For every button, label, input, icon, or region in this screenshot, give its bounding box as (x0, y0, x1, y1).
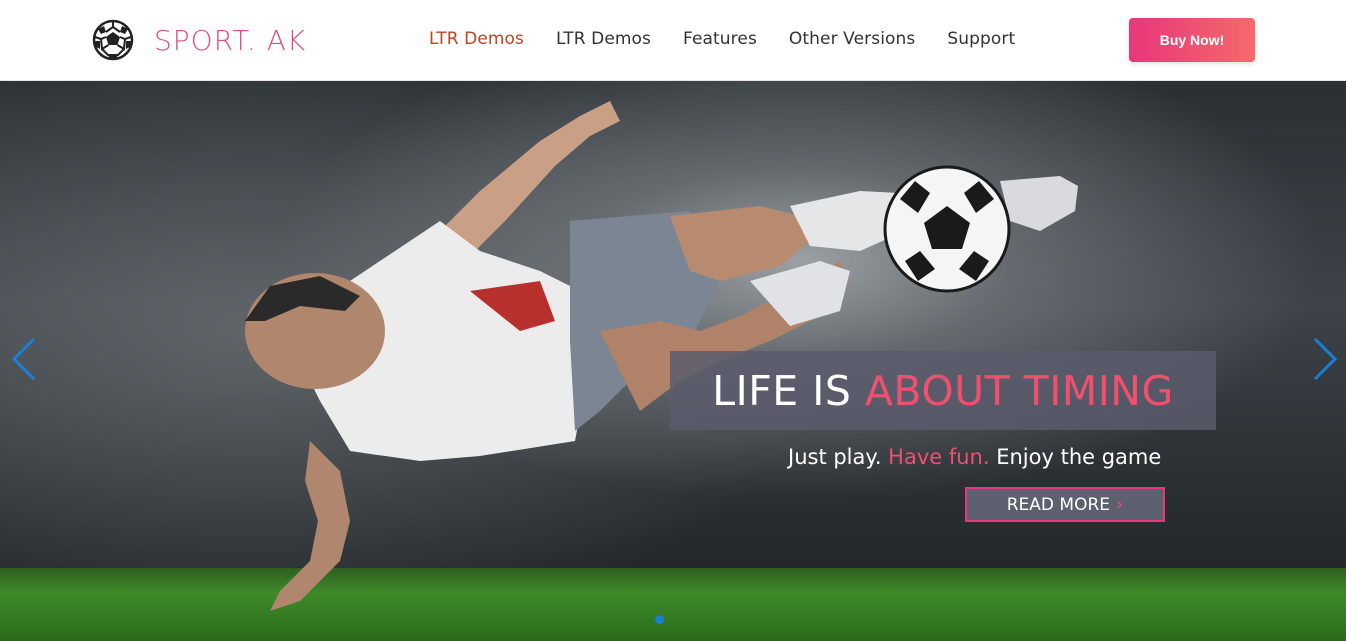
nav-item-other-versions[interactable]: Other Versions (789, 29, 915, 49)
headline-part-1: LIFE IS (712, 366, 865, 415)
headline-part-2: ABOUT TIMING (864, 366, 1174, 415)
slider-dot-active[interactable] (655, 615, 664, 624)
brand-name: SPORT. AK (154, 23, 307, 57)
tagline-part-2: Have fun. (888, 445, 990, 469)
buy-now-button[interactable]: Buy Now! (1129, 18, 1255, 62)
chevron-right-icon: › (1116, 494, 1124, 515)
slide-headline: LIFE IS ABOUT TIMING (712, 367, 1173, 415)
nav-item-ltr-demos[interactable]: LTR Demos (429, 29, 524, 49)
tagline-part-3: Enjoy the game (989, 445, 1162, 469)
slide-headline-box: LIFE IS ABOUT TIMING (670, 351, 1216, 430)
chevron-left-icon[interactable] (10, 335, 38, 383)
site-header: SPORT. AK LTR Demos LTR Demos Features O… (0, 0, 1346, 81)
soccer-ball-icon (92, 19, 134, 61)
slide-tagline: Just play. Have fun. Enjoy the game (788, 445, 1161, 469)
read-more-label: READ MORE (1006, 494, 1111, 515)
nav-item-ltr-demos-2[interactable]: LTR Demos (556, 29, 651, 49)
tagline-part-1: Just play. (788, 445, 889, 469)
read-more-button[interactable]: READ MORE › (965, 487, 1165, 522)
chevron-right-icon[interactable] (1311, 335, 1339, 383)
logo[interactable]: SPORT. AK (92, 19, 306, 61)
nav-item-support[interactable]: Support (947, 29, 1015, 49)
main-nav: LTR Demos LTR Demos Features Other Versi… (429, 29, 1047, 49)
nav-item-features[interactable]: Features (683, 29, 757, 49)
hero-slider: LIFE IS ABOUT TIMING Just play. Have fun… (0, 81, 1346, 641)
